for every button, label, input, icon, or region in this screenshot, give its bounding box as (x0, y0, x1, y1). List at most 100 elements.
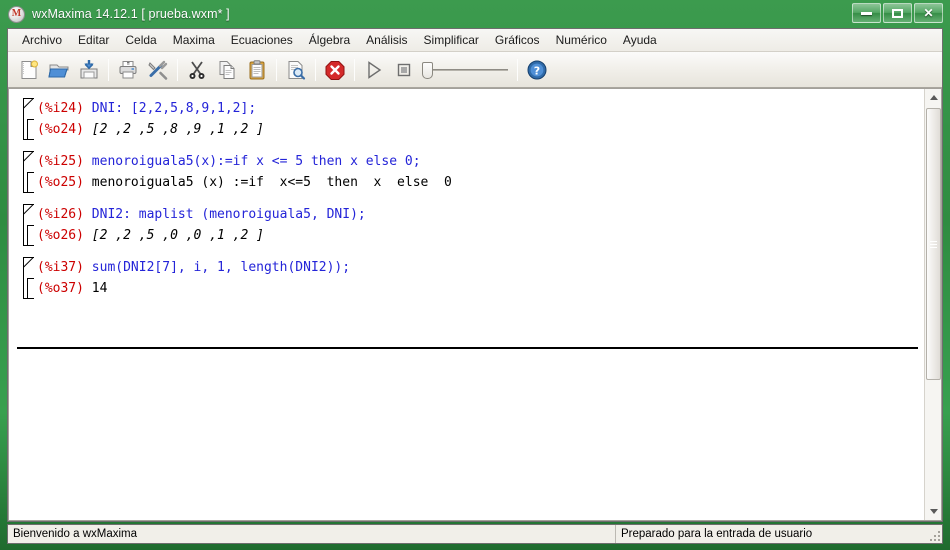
cell-bracket-inner (27, 119, 34, 140)
input-code[interactable]: menoroiguala5(x):=if x <= 5 then x else … (92, 154, 421, 169)
help-button[interactable]: ? (522, 55, 552, 85)
scroll-down-button[interactable] (925, 503, 941, 520)
input-code[interactable]: DNI2: maplist (menoroiguala5, DNI); (92, 207, 366, 222)
menu-maxima[interactable]: Maxima (165, 30, 223, 51)
play-evaluate-icon (368, 60, 382, 79)
cell-group[interactable]: (%i26) DNI2: maplist (menoroiguala5, DNI… (9, 204, 924, 246)
input-line[interactable]: (%i25) menoroiguala5(x):=if x <= 5 then … (37, 151, 924, 172)
input-code[interactable]: sum(DNI2[7], i, 1, length(DNI2)); (92, 260, 350, 275)
minimize-button[interactable] (852, 3, 881, 23)
find-button[interactable] (281, 55, 311, 85)
output-value: [2 ,2 ,5 ,8 ,9 ,1 ,2 ] (91, 122, 264, 137)
cut-scissors-icon (189, 60, 205, 79)
close-icon: ✕ (923, 6, 934, 20)
copy-button[interactable] (212, 55, 242, 85)
output-value: 14 (91, 281, 108, 296)
status-right: Preparado para la entrada de usuario (616, 525, 942, 543)
help-icon: ? (527, 60, 547, 79)
scroll-up-button[interactable] (925, 89, 941, 106)
input-line[interactable]: (%i26) DNI2: maplist (menoroiguala5, DNI… (37, 204, 924, 225)
paste-clipboard-icon (249, 59, 265, 79)
animation-slider[interactable] (422, 58, 510, 82)
open-file-button[interactable] (44, 55, 74, 85)
slider-track (428, 68, 508, 71)
cell-bracket-inner (27, 172, 34, 193)
svg-text:?: ? (534, 64, 540, 77)
output-line: (%o37) 14 (37, 278, 924, 299)
output-line: (%o25) menoroiguala5 (x) :=if x<=5 then … (37, 172, 924, 193)
chevron-down-icon (929, 509, 938, 514)
menu-archivo[interactable]: Archivo (14, 30, 70, 51)
save-button[interactable] (74, 55, 104, 85)
menu-simplificar[interactable]: Simplificar (416, 30, 487, 51)
toolbar-separator (315, 58, 316, 81)
window-controls: ✕ (852, 3, 943, 23)
output-line: (%o24) [2 ,2 ,5 ,8 ,9 ,1 ,2 ] (37, 119, 924, 140)
cell-bracket[interactable] (23, 98, 34, 140)
output-line: (%o26) [2 ,2 ,5 ,0 ,0 ,1 ,2 ] (37, 225, 924, 246)
toolbar-separator (517, 58, 518, 81)
menu-graficos[interactable]: Gráficos (487, 30, 548, 51)
open-folder-icon (48, 64, 69, 77)
stop-interrupt-icon (325, 60, 345, 80)
paste-button[interactable] (242, 55, 272, 85)
status-bar: Bienvenido a wxMaxima Preparado para la … (7, 524, 943, 544)
cell-bracket-triangle (23, 257, 34, 268)
wxmaxima-window: M wxMaxima 14.12.1 [ prueba.wxm* ] ✕ Arc… (0, 0, 950, 550)
resize-grip[interactable] (929, 530, 940, 541)
cell-bracket[interactable] (23, 204, 34, 246)
close-button[interactable]: ✕ (914, 3, 943, 23)
find-replace-icon (288, 60, 306, 80)
save-icon (80, 59, 98, 78)
menu-ecuaciones[interactable]: Ecuaciones (223, 30, 301, 51)
cell-bracket-inner (27, 278, 34, 299)
cell-insertion-cursor (17, 347, 918, 349)
maxima-logo-icon: M (8, 5, 25, 23)
menu-ayuda[interactable]: Ayuda (615, 30, 665, 51)
copy-icon (219, 60, 235, 79)
cell-bracket-inner (27, 225, 34, 246)
new-document-button[interactable] (14, 55, 44, 85)
worksheet[interactable]: (%i24) DNI: [2,2,5,8,9,1,2]; (%o24) [2 ,… (9, 89, 924, 520)
input-prompt: (%i25) (37, 154, 84, 169)
input-prompt: (%i37) (37, 260, 84, 275)
input-line[interactable]: (%i37) sum(DNI2[7], i, 1, length(DNI2)); (37, 257, 924, 278)
chevron-up-icon (929, 95, 938, 100)
maximize-icon (892, 8, 903, 18)
cell-bracket-triangle (23, 151, 34, 162)
cell-bracket[interactable] (23, 257, 34, 299)
cell-group[interactable]: (%i24) DNI: [2,2,5,8,9,1,2]; (%o24) [2 ,… (9, 98, 924, 140)
cell-bracket-triangle (23, 204, 34, 215)
menu-celda[interactable]: Celda (117, 30, 164, 51)
slider-thumb[interactable] (422, 61, 433, 79)
tool-bar: ? (8, 52, 942, 88)
maximize-button[interactable] (883, 3, 912, 23)
menu-editar[interactable]: Editar (70, 30, 117, 51)
cut-button[interactable] (182, 55, 212, 85)
input-prompt: (%i26) (37, 207, 84, 222)
vertical-scrollbar[interactable] (924, 89, 941, 520)
cell-bracket[interactable] (23, 151, 34, 193)
output-value: [2 ,2 ,5 ,0 ,0 ,1 ,2 ] (91, 228, 264, 243)
input-code[interactable]: DNI: [2,2,5,8,9,1,2]; (92, 101, 256, 116)
stop-animation-button[interactable] (389, 55, 419, 85)
evaluate-button[interactable] (359, 55, 389, 85)
menu-algebra[interactable]: Álgebra (301, 30, 358, 51)
interrupt-button[interactable] (320, 55, 350, 85)
input-line[interactable]: (%i24) DNI: [2,2,5,8,9,1,2]; (37, 98, 924, 119)
menu-analisis[interactable]: Análisis (358, 30, 415, 51)
title-bar: M wxMaxima 14.12.1 [ prueba.wxm* ] ✕ (0, 0, 950, 28)
input-prompt: (%i24) (37, 101, 84, 116)
preferences-button[interactable] (143, 55, 173, 85)
menu-bar: Archivo Editar Celda Maxima Ecuaciones Á… (8, 29, 942, 52)
client-area: Archivo Editar Celda Maxima Ecuaciones Á… (7, 28, 943, 522)
menu-numerico[interactable]: Numérico (548, 30, 615, 51)
new-document-icon (21, 60, 38, 79)
scrollbar-thumb[interactable] (926, 108, 941, 380)
cell-group[interactable]: (%i25) menoroiguala5(x):=if x <= 5 then … (9, 151, 924, 193)
status-left: Bienvenido a wxMaxima (8, 525, 616, 543)
output-value: menoroiguala5 (x) :=if x<=5 then x else … (91, 175, 452, 190)
cell-group[interactable]: (%i37) sum(DNI2[7], i, 1, length(DNI2));… (9, 257, 924, 299)
output-prompt: (%o25) (37, 175, 84, 190)
print-button[interactable] (113, 55, 143, 85)
